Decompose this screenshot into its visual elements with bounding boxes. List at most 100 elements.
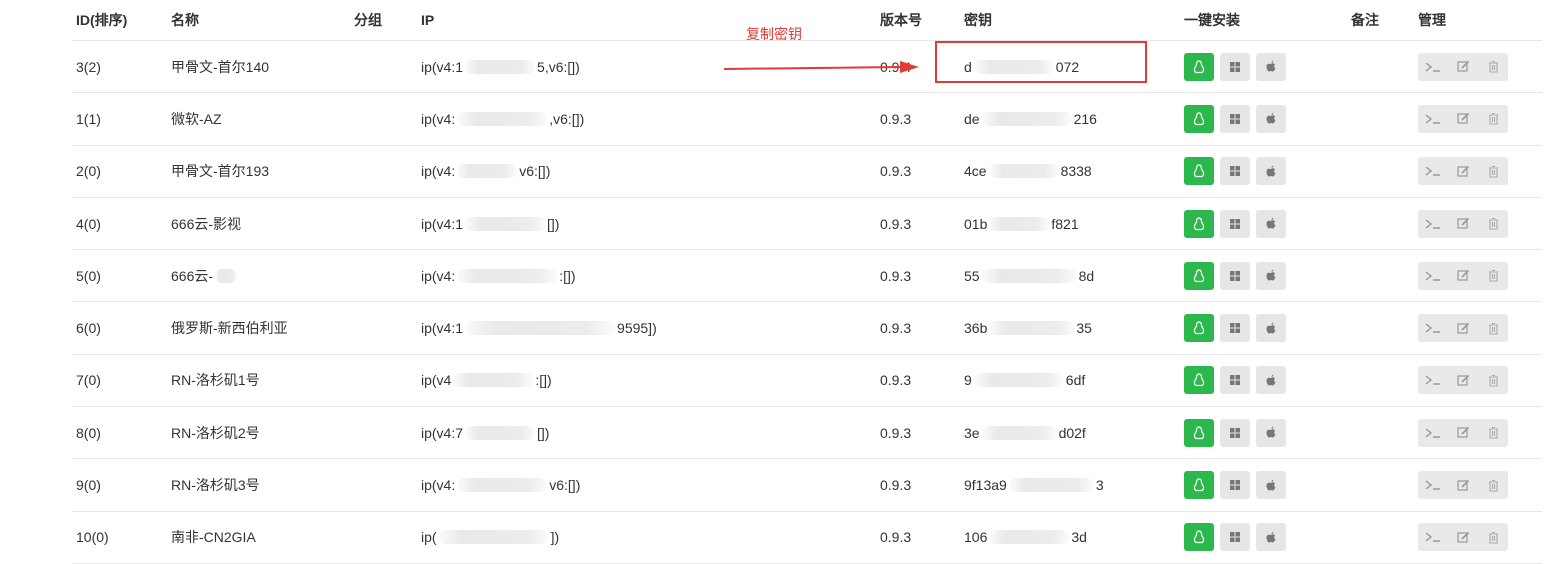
install-apple-button[interactable] xyxy=(1256,104,1286,133)
install-linux-button[interactable] xyxy=(1184,418,1214,447)
install-apple-button[interactable] xyxy=(1256,314,1286,343)
install-windows-button[interactable] xyxy=(1220,314,1250,343)
install-linux-button[interactable] xyxy=(1184,471,1214,500)
edit-icon xyxy=(1456,531,1470,544)
row-install-buttons xyxy=(1184,93,1292,144)
install-windows-button[interactable] xyxy=(1220,104,1250,133)
install-windows-button[interactable] xyxy=(1220,418,1250,447)
row-id-text: 4(0) xyxy=(76,215,101,232)
edit-button[interactable] xyxy=(1448,418,1478,447)
redacted-ip xyxy=(438,530,549,545)
edit-button[interactable] xyxy=(1448,314,1478,343)
delete-button[interactable] xyxy=(1478,314,1508,343)
linux-icon xyxy=(1193,530,1205,544)
row-ip-start: ip(v4:1 xyxy=(421,58,464,75)
row-name: 666云-影视 xyxy=(171,198,241,249)
edit-button[interactable] xyxy=(1448,366,1478,395)
edit-button[interactable] xyxy=(1448,471,1478,500)
delete-button[interactable] xyxy=(1478,471,1508,500)
install-apple-button[interactable] xyxy=(1256,261,1286,290)
install-linux-button[interactable] xyxy=(1184,523,1214,552)
delete-button[interactable] xyxy=(1478,261,1508,290)
terminal-button[interactable] xyxy=(1418,52,1448,81)
install-linux-button[interactable] xyxy=(1184,366,1214,395)
delete-button[interactable] xyxy=(1478,418,1508,447)
edit-button[interactable] xyxy=(1448,261,1478,290)
row-key[interactable]: de 216 xyxy=(964,93,1097,144)
edit-button[interactable] xyxy=(1448,104,1478,133)
row-name-text: 俄罗斯-新西伯利亚 xyxy=(171,320,288,337)
terminal-button[interactable] xyxy=(1418,471,1448,500)
edit-button[interactable] xyxy=(1448,52,1478,81)
windows-icon xyxy=(1229,427,1241,439)
row-key[interactable]: 9 6df xyxy=(964,355,1085,406)
install-linux-button[interactable] xyxy=(1184,261,1214,290)
terminal-button[interactable] xyxy=(1418,366,1448,395)
terminal-button[interactable] xyxy=(1418,314,1448,343)
table-row: 10(0) 南非-CN2GIA ip(]) 0.9.3 106 3d xyxy=(72,512,1542,564)
row-key[interactable]: 9f13a9 3 xyxy=(964,459,1104,510)
windows-icon xyxy=(1229,165,1241,177)
row-manage-buttons xyxy=(1418,512,1508,563)
install-linux-button[interactable] xyxy=(1184,52,1214,81)
row-key[interactable]: 4ce 8338 xyxy=(964,146,1092,197)
linux-icon xyxy=(1193,216,1205,231)
install-linux-button[interactable] xyxy=(1184,157,1214,186)
edit-button[interactable] xyxy=(1448,523,1478,552)
table-row: 7(0) RN-洛杉矶1号 ip(v4:[]) 0.9.3 9 6df xyxy=(72,355,1542,408)
row-install-buttons xyxy=(1184,198,1292,249)
delete-button[interactable] xyxy=(1478,366,1508,395)
header-version: 版本号 xyxy=(880,12,922,28)
delete-button[interactable] xyxy=(1478,52,1508,81)
row-name-text: RN-洛杉矶1号 xyxy=(171,372,260,389)
install-windows-button[interactable] xyxy=(1220,261,1250,290)
row-key[interactable]: 106 3d xyxy=(964,512,1087,563)
row-name-text: 甲骨文-首尔140 xyxy=(171,58,270,75)
install-apple-button[interactable] xyxy=(1256,209,1286,238)
delete-button[interactable] xyxy=(1478,157,1508,186)
install-apple-button[interactable] xyxy=(1256,157,1286,186)
install-windows-button[interactable] xyxy=(1220,366,1250,395)
row-name: RN-洛杉矶3号 xyxy=(171,459,260,510)
install-apple-button[interactable] xyxy=(1256,366,1286,395)
install-apple-button[interactable] xyxy=(1256,523,1286,552)
install-linux-button[interactable] xyxy=(1184,314,1214,343)
windows-icon xyxy=(1229,270,1241,282)
edit-button[interactable] xyxy=(1448,209,1478,238)
edit-button[interactable] xyxy=(1448,157,1478,186)
row-key[interactable]: 36b 35 xyxy=(964,302,1092,353)
annotation-arrow-icon xyxy=(723,61,919,73)
install-apple-button[interactable] xyxy=(1256,471,1286,500)
delete-button[interactable] xyxy=(1478,104,1508,133)
install-windows-button[interactable] xyxy=(1220,52,1250,81)
install-apple-button[interactable] xyxy=(1256,418,1286,447)
row-manage-buttons xyxy=(1418,250,1508,301)
row-ip-end: ,v6:[]) xyxy=(549,110,585,127)
install-windows-button[interactable] xyxy=(1220,523,1250,552)
install-windows-button[interactable] xyxy=(1220,157,1250,186)
row-key[interactable]: 3e d02f xyxy=(964,407,1086,458)
row-version: 0.9.3 xyxy=(880,302,911,353)
install-windows-button[interactable] xyxy=(1220,471,1250,500)
delete-button[interactable] xyxy=(1478,523,1508,552)
terminal-button[interactable] xyxy=(1418,209,1448,238)
row-key[interactable]: 01b f821 xyxy=(964,198,1079,249)
install-linux-button[interactable] xyxy=(1184,104,1214,133)
terminal-button[interactable] xyxy=(1418,104,1448,133)
delete-button[interactable] xyxy=(1478,209,1508,238)
row-name: 俄罗斯-新西伯利亚 xyxy=(171,302,288,353)
row-id-text: 1(1) xyxy=(76,110,101,127)
install-apple-button[interactable] xyxy=(1256,52,1286,81)
table-header: ID(排序) 名称 分组 IP 版本号 密钥 一键安装 备注 管理 xyxy=(72,0,1542,41)
row-key[interactable]: 55 8d xyxy=(964,250,1094,301)
terminal-button[interactable] xyxy=(1418,261,1448,290)
row-key-start: 9f13a9 xyxy=(964,477,1007,494)
row-ip-start: ip(v4:1 xyxy=(421,215,464,232)
terminal-button[interactable] xyxy=(1418,523,1448,552)
redacted-ip xyxy=(457,268,558,283)
terminal-button[interactable] xyxy=(1418,418,1448,447)
install-linux-button[interactable] xyxy=(1184,209,1214,238)
edit-icon xyxy=(1456,374,1470,387)
terminal-button[interactable] xyxy=(1418,157,1448,186)
install-windows-button[interactable] xyxy=(1220,209,1250,238)
